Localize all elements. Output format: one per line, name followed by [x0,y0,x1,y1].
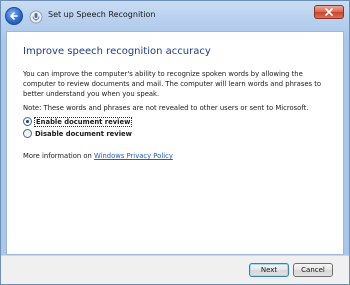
close-button[interactable] [314,5,344,19]
enable-review-option[interactable]: Enable document review [23,116,133,127]
next-button[interactable]: Next [249,263,289,277]
close-icon [325,8,333,16]
enable-review-label[interactable]: Enable document review [33,116,133,127]
button-bar: Next Cancel [1,255,349,284]
back-arrow-icon [10,12,18,20]
disable-review-label[interactable]: Disable document review [35,130,132,138]
content-pane: Improve speech recognition accuracy You … [6,31,344,255]
back-button[interactable] [5,7,23,25]
window-title: Set up Speech Recognition [48,10,156,19]
disable-review-option[interactable]: Disable document review [23,128,132,139]
description-text: You can improve the computer's ability t… [23,70,322,98]
more-info-text: More information on [23,152,95,160]
more-info-line: More information on Windows Privacy Poli… [23,152,173,160]
enable-review-radio[interactable] [23,117,32,126]
cancel-button[interactable]: Cancel [293,263,333,277]
privacy-note: Note: These words and phrases are not re… [23,104,309,112]
privacy-policy-link[interactable]: Windows Privacy Policy [94,152,173,160]
disable-review-radio[interactable] [23,129,32,138]
page-heading: Improve speech recognition accuracy [23,46,211,57]
title-bar: Set up Speech Recognition [1,1,349,31]
wizard-window: Set up Speech Recognition Improve speech… [0,0,350,285]
speech-recognition-icon [29,9,43,24]
